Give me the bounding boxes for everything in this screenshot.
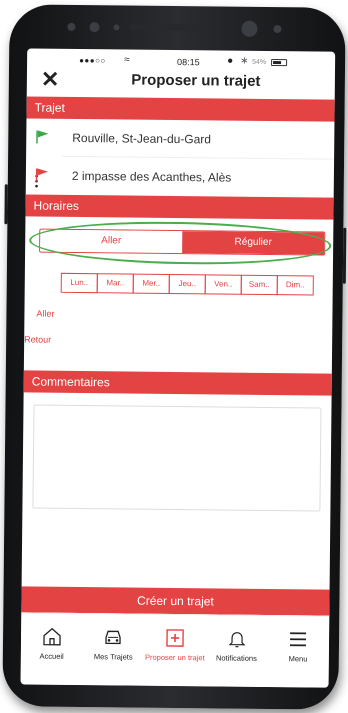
speaker-grille — [129, 23, 212, 32]
section-trajet-header: Trajet — [26, 96, 335, 122]
route-block: Rouville, St-Jean-du-Gard ••• 2 impasse … — [26, 118, 335, 197]
day-button-jeu[interactable]: Jeu.. — [168, 273, 206, 295]
tab-accueil-label: Accueil — [39, 651, 64, 661]
day-button-ven[interactable]: Ven.. — [204, 274, 242, 295]
route-end[interactable]: 2 impasse des Acanthes, Alès — [26, 156, 334, 197]
aller-row[interactable]: Aller — [24, 300, 332, 329]
tab-menu-label: Menu — [288, 654, 308, 664]
end-flag-icon — [35, 168, 48, 182]
sensor-icon — [273, 25, 282, 34]
section-commentaires-header: Commentaires — [23, 370, 332, 396]
bell-icon — [228, 632, 246, 648]
battery-percent: 54% — [252, 58, 267, 66]
day-button-mer[interactable]: Mer.. — [132, 273, 170, 294]
side-button — [342, 227, 347, 284]
comment-textarea[interactable] — [32, 404, 322, 512]
phone-frame: ●●●○○ ≈ 08:15 ● ∗ 54% ✕ Proposer un traj… — [2, 4, 347, 710]
page-title: Proposer un trajet — [131, 71, 261, 90]
camera-icon — [67, 22, 76, 31]
aller-row-label: Aller — [36, 308, 55, 319]
tab-notifications[interactable]: Notifications — [205, 615, 267, 687]
nav-bar: ✕ Proposer un trajet — [27, 67, 335, 99]
bluetooth-icon: ∗ — [240, 55, 249, 67]
tab-bar: Accueil Mes Trajets Proposer un trajet N… — [20, 612, 330, 688]
tab-notifications-label: Notifications — [215, 653, 257, 663]
day-button-lun[interactable]: Lun.. — [60, 272, 98, 294]
retour-row-label: Retour — [24, 334, 52, 345]
tab-mes-trajets-label: Mes Trajets — [93, 652, 133, 662]
home-icon — [43, 627, 61, 646]
section-horaires-header: Horaires — [25, 194, 334, 220]
day-button-sam[interactable]: Sam.. — [240, 274, 278, 296]
location-icon: ● — [227, 55, 234, 67]
start-flag-icon — [36, 130, 49, 144]
side-button — [4, 184, 8, 225]
day-button-mar[interactable]: Mar.. — [96, 273, 134, 294]
route-end-label: 2 impasse des Acanthes, Alès — [71, 168, 232, 185]
signal-icon: ●●●○○ — [79, 55, 106, 66]
plus-icon — [166, 629, 184, 647]
battery-icon — [271, 59, 288, 67]
car-icon — [105, 630, 122, 645]
menu-icon — [290, 632, 307, 647]
sensor-icon — [113, 24, 120, 31]
day-button-dim[interactable]: Dim.. — [276, 275, 314, 296]
front-camera-icon — [241, 20, 258, 37]
tab-proposer-label: Proposer un trajet — [144, 652, 205, 663]
wifi-icon: ≈ — [124, 54, 130, 66]
app-screen: ●●●○○ ≈ 08:15 ● ∗ 54% ✕ Proposer un traj… — [20, 48, 336, 688]
tab-menu[interactable]: Menu — [267, 616, 329, 688]
sensor-icon — [89, 22, 100, 33]
route-start[interactable]: Rouville, St-Jean-du-Gard — [36, 118, 335, 160]
days-row: Lun.. Mar.. Mer.. Jeu.. Ven.. Sam.. Dim.… — [25, 258, 333, 303]
retour-row[interactable]: Retour — [24, 326, 332, 355]
tab-mes-trajets[interactable]: Mes Trajets — [82, 614, 144, 686]
mode-selector-wrap: Aller Régulier — [25, 216, 333, 267]
tab-accueil[interactable]: Accueil — [21, 613, 83, 685]
create-trip-button[interactable]: Créer un trajet — [21, 586, 330, 616]
status-time: 08:15 — [177, 57, 200, 68]
tab-proposer[interactable]: Proposer un trajet — [144, 615, 206, 687]
route-start-label: Rouville, St-Jean-du-Gard — [72, 130, 212, 147]
